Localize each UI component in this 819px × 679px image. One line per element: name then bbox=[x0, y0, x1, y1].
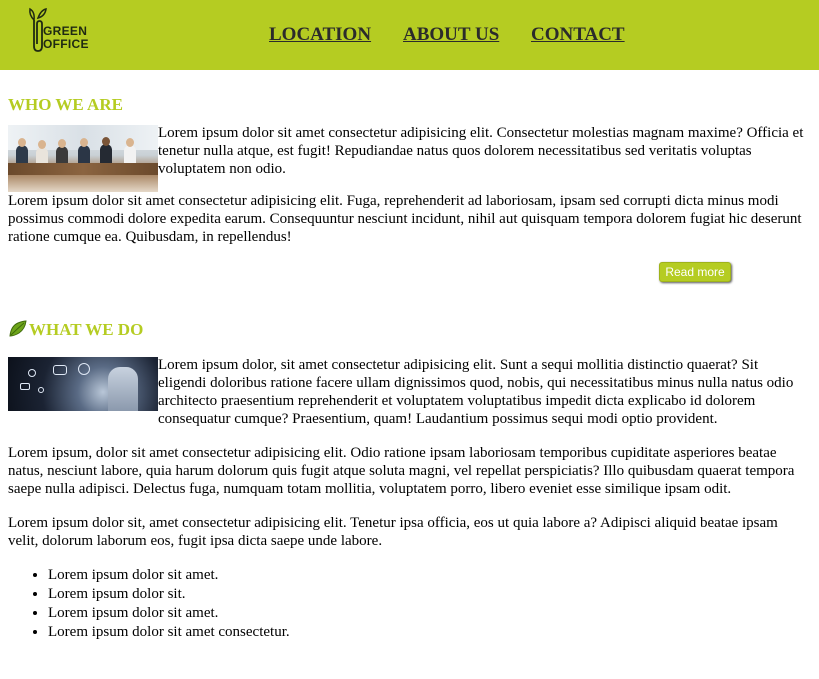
what-we-do-section: WHAT WE DO Lorem ipsum dolor, sit amet c… bbox=[8, 319, 810, 642]
nav-link-location[interactable]: LOCATION bbox=[269, 24, 371, 46]
business-team-image bbox=[8, 125, 158, 192]
section-title-what-we-do: WHAT WE DO bbox=[8, 319, 810, 341]
who-we-are-section: WHO WE ARE Lorem ipsum dolor sit amet co… bbox=[8, 94, 810, 284]
what-we-do-intro: Lorem ipsum dolor, sit amet consectetur … bbox=[8, 356, 810, 428]
site-header: GREEN OFFICE LOCATION ABOUT US CONTACT bbox=[0, 0, 819, 70]
read-more-button[interactable]: Read more bbox=[659, 262, 731, 282]
section-title-who-we-are: WHO WE ARE bbox=[8, 95, 123, 114]
list-item: Lorem ipsum dolor sit amet. bbox=[48, 566, 810, 585]
what-we-do-paragraph-3: Lorem ipsum dolor sit, amet consectetur … bbox=[8, 515, 778, 549]
who-we-are-intro: Lorem ipsum dolor sit amet consectetur a… bbox=[8, 124, 810, 192]
nav-link-contact[interactable]: CONTACT bbox=[531, 24, 625, 46]
list-item: Lorem ipsum dolor sit. bbox=[48, 585, 810, 604]
what-we-do-paragraph-2: Lorem ipsum, dolor sit amet consectetur … bbox=[8, 445, 795, 497]
nav-link-about-us[interactable]: ABOUT US bbox=[403, 24, 499, 46]
who-we-are-paragraph-2: Lorem ipsum dolor sit amet consectetur a… bbox=[8, 193, 802, 245]
what-we-do-list: Lorem ipsum dolor sit amet. Lorem ipsum … bbox=[8, 566, 810, 642]
technology-hand-image bbox=[8, 357, 158, 411]
main-nav: LOCATION ABOUT US CONTACT bbox=[0, 24, 819, 48]
list-item: Lorem ipsum dolor sit amet consectetur. bbox=[48, 623, 810, 642]
leaf-icon bbox=[9, 320, 27, 337]
list-item: Lorem ipsum dolor sit amet. bbox=[48, 604, 810, 623]
